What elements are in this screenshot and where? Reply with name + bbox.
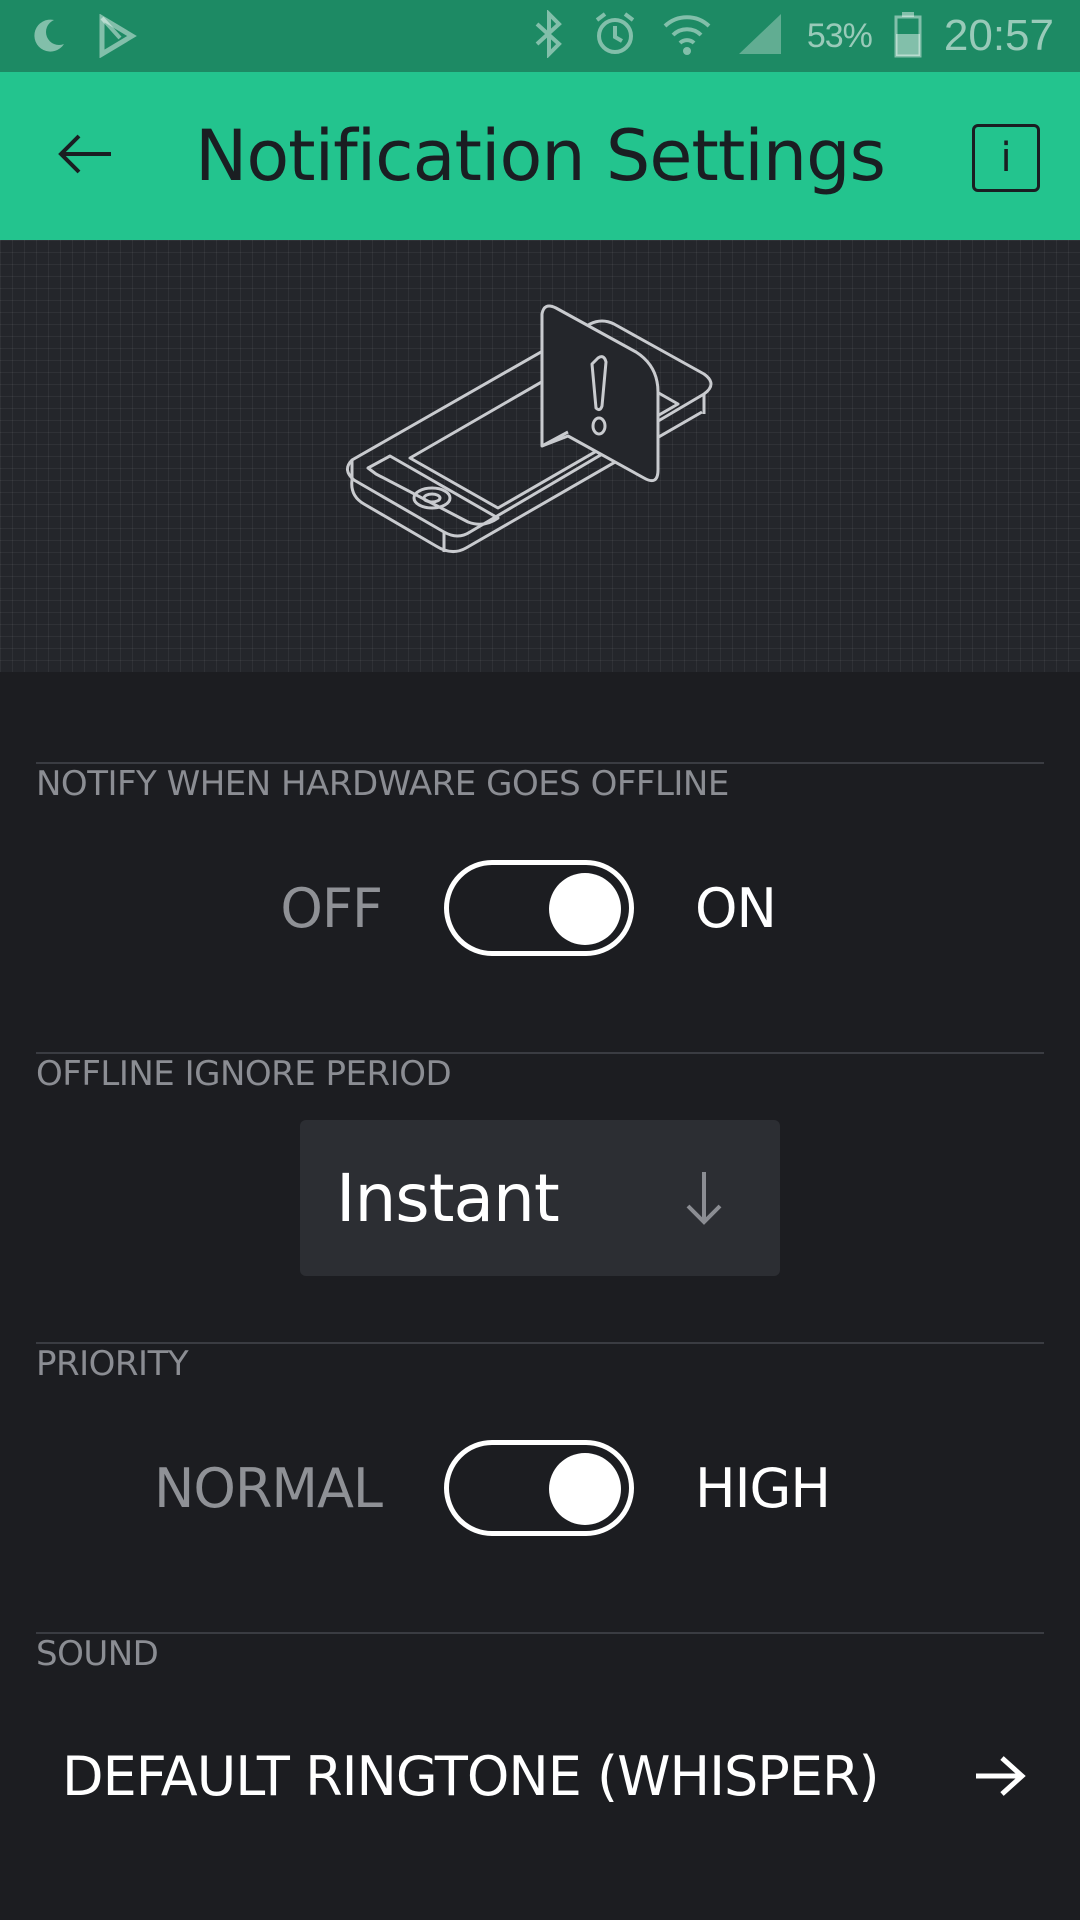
arrow-down-icon bbox=[682, 1168, 726, 1232]
section-label-ignore-period: OFFLINE IGNORE PERIOD bbox=[36, 1054, 452, 1094]
sound-value: DEFAULT RINGTONE (WHISPER) bbox=[62, 1744, 880, 1808]
page-title: Notification Settings bbox=[194, 115, 886, 197]
priority-toggle[interactable] bbox=[444, 1440, 634, 1536]
ignore-period-dropdown[interactable]: Instant bbox=[300, 1120, 780, 1276]
wifi-icon bbox=[661, 10, 713, 62]
battery-percent: 53% bbox=[806, 16, 873, 55]
toggle-knob bbox=[549, 873, 621, 945]
battery-icon bbox=[894, 10, 922, 62]
section-label-offline-notify: NOTIFY WHEN HARDWARE GOES OFFLINE bbox=[36, 764, 729, 804]
section-label-sound: SOUND bbox=[36, 1634, 159, 1674]
section-label-priority: PRIORITY bbox=[36, 1344, 189, 1384]
priority-normal-label: NORMAL bbox=[153, 1456, 383, 1520]
offline-notify-row: OFF ON bbox=[0, 858, 1080, 958]
alarm-icon bbox=[591, 10, 639, 62]
sound-selector[interactable]: DEFAULT RINGTONE (WHISPER) bbox=[0, 1716, 1080, 1836]
status-bar: 53% 20:57 bbox=[0, 0, 1080, 72]
priority-high-label: HIGH bbox=[695, 1456, 831, 1520]
arrow-right-icon bbox=[972, 1752, 1028, 1804]
toggle-knob bbox=[549, 1453, 621, 1525]
offline-notify-on-label: ON bbox=[695, 876, 777, 940]
info-button[interactable]: i bbox=[972, 124, 1040, 192]
moon-icon bbox=[26, 14, 70, 62]
offline-notify-off-label: OFF bbox=[280, 876, 383, 940]
divider bbox=[36, 1632, 1044, 1634]
bluetooth-icon bbox=[529, 9, 569, 62]
status-time: 20:57 bbox=[943, 11, 1054, 60]
priority-row: NORMAL HIGH bbox=[0, 1438, 1080, 1538]
offline-notify-toggle[interactable] bbox=[444, 860, 634, 956]
app-bar: Notification Settings i bbox=[0, 72, 1080, 240]
dropdown-value: Instant bbox=[336, 1159, 560, 1237]
hero-banner bbox=[0, 240, 1080, 672]
signal-icon bbox=[735, 10, 785, 62]
play-store-icon bbox=[94, 13, 138, 62]
